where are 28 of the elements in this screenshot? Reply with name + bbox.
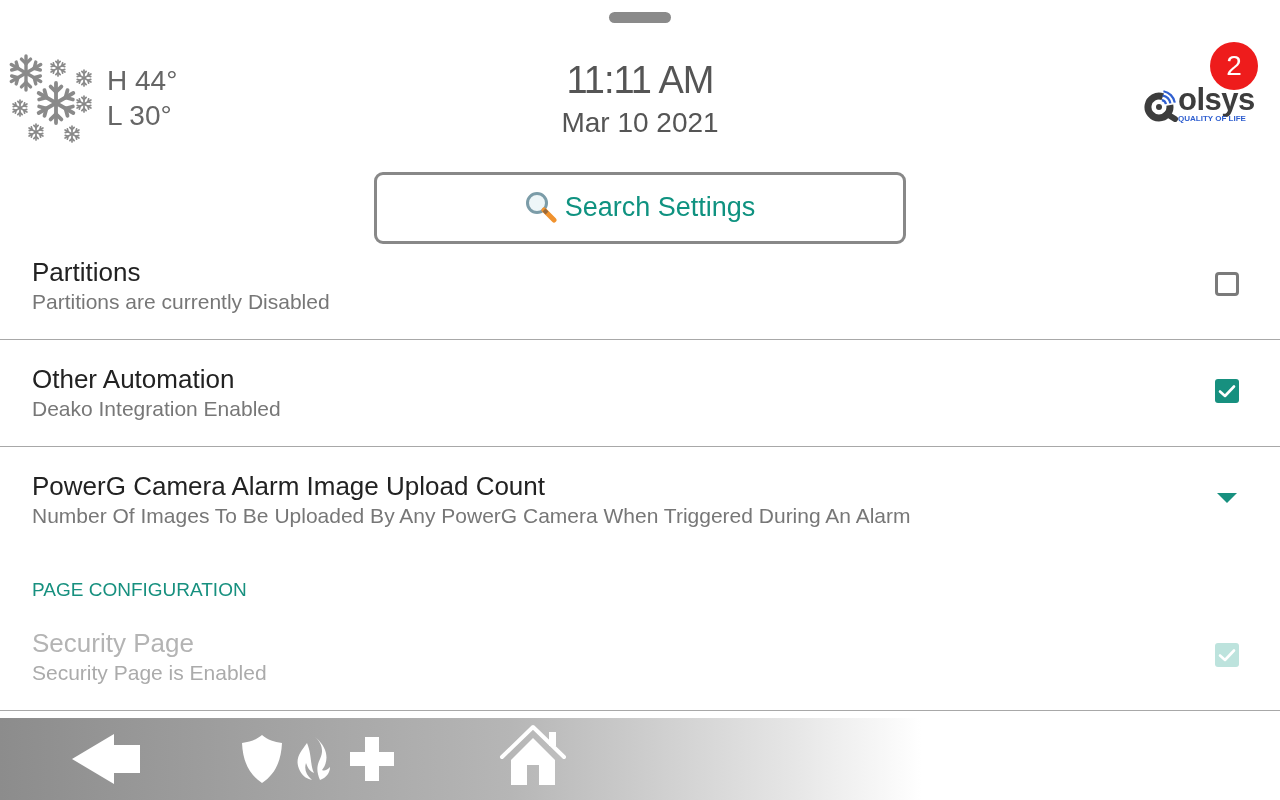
shield-icon <box>242 735 282 783</box>
notification-badge[interactable]: 2 <box>1210 42 1258 90</box>
home-icon <box>499 724 567 786</box>
caret-icon[interactable] <box>1217 493 1237 503</box>
drag-handle[interactable] <box>609 12 671 23</box>
checkbox[interactable] <box>1215 379 1239 403</box>
clock-date: Mar 10 2021 <box>561 106 719 140</box>
section-heading: PAGE CONFIGURATION <box>32 578 247 602</box>
setting-description: Security Page is Enabled <box>32 660 267 686</box>
setting-description: Number Of Images To Be Uploaded By Any PowerG Camera When Triggered During An Alarm <box>32 503 911 529</box>
low-temperature: L 30° <box>107 99 173 133</box>
back-button[interactable] <box>72 734 140 784</box>
setting-title: Security Page <box>32 627 194 659</box>
home-button[interactable] <box>499 724 567 786</box>
setting-title: PowerG Camera Alarm Image Upload Count <box>32 470 545 502</box>
logo-mark-icon <box>1144 88 1178 122</box>
cross-icon <box>350 737 394 781</box>
setting-title: Partitions <box>32 256 141 288</box>
clock-time: 11:11 AM <box>566 58 714 103</box>
setting-description: Partitions are currently Disabled <box>32 289 330 315</box>
high-temperature: H 44° <box>107 64 178 98</box>
search-button[interactable]: Search Settings <box>374 172 906 244</box>
search-icon <box>524 191 557 223</box>
left-arrow-icon <box>72 734 140 784</box>
emergency-button[interactable] <box>242 735 394 783</box>
setting-description: Deako Integration Enabled <box>32 396 281 422</box>
checkbox[interactable] <box>1215 272 1239 296</box>
setting-title: Other Automation <box>32 363 235 395</box>
